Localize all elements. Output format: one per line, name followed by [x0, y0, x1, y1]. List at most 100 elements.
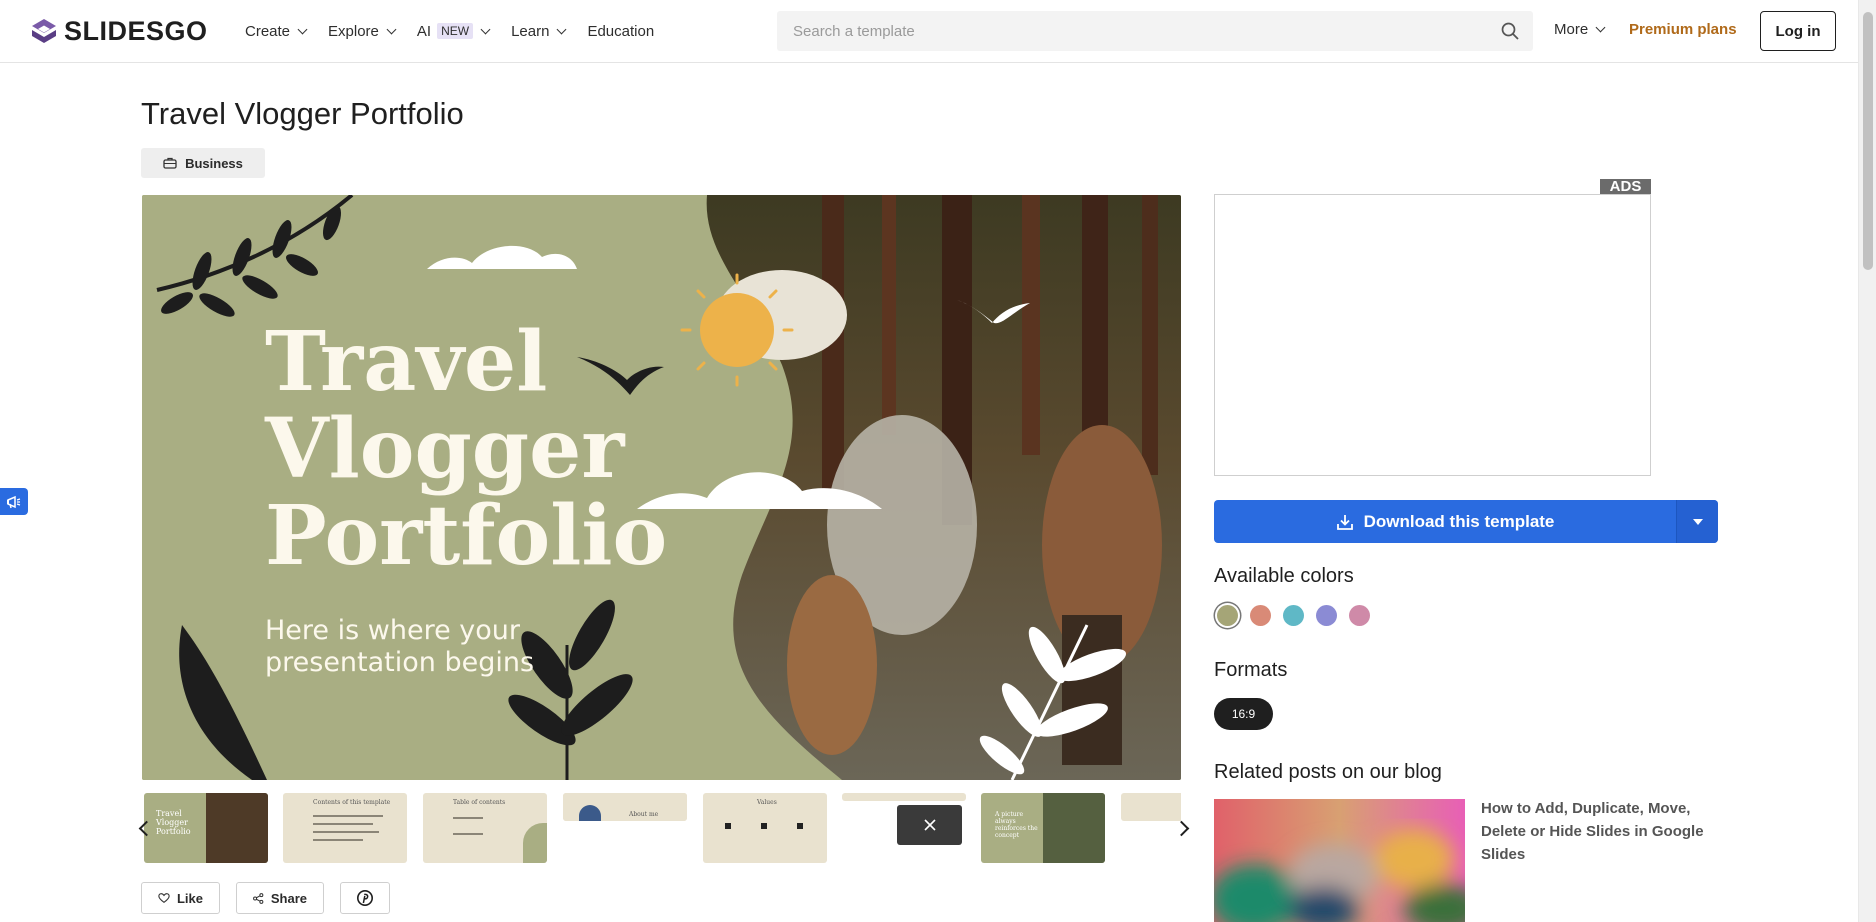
color-swatch-pink[interactable]: [1349, 605, 1370, 626]
slide-title-line: Portfolio: [265, 488, 668, 584]
pinterest-icon: [357, 890, 373, 906]
top-header: SLIDESGO Create Explore AI NEW Learn Edu…: [0, 0, 1858, 63]
slide-preview[interactable]: Travel Vlogger Portfolio Here is where y…: [142, 195, 1181, 780]
thumbnail-4[interactable]: About me: [563, 793, 687, 821]
thumbnail-title: Travel Vlogger Portfolio: [156, 809, 191, 836]
thumbnail-title: Table of contents: [453, 799, 506, 806]
close-icon: [923, 819, 936, 831]
thumbnail-line: [313, 831, 379, 833]
color-swatch-green[interactable]: [1217, 605, 1238, 626]
thumbnail-icon: [725, 823, 731, 829]
logo-text: SLIDESGO: [64, 16, 208, 46]
thumbnail-7[interactable]: A picture always reinforces the concept: [981, 793, 1105, 863]
blog-post-link[interactable]: How to Add, Duplicate, Move, Delete or H…: [1481, 797, 1711, 866]
ad-slot[interactable]: [1214, 194, 1651, 476]
related-posts-title: Related posts on our blog: [1214, 761, 1442, 783]
scrollbar-thumb[interactable]: [1863, 12, 1873, 270]
download-button-group: Download this template: [1214, 500, 1718, 543]
nav-explore-label: Explore: [328, 22, 379, 40]
blog-image: [1214, 799, 1465, 922]
thumbnails-prev-button[interactable]: [131, 812, 155, 844]
nav-learn-label: Learn: [511, 22, 550, 40]
briefcase-icon: [163, 157, 177, 169]
nav-explore[interactable]: Explore: [328, 22, 397, 40]
nav-ai[interactable]: AI NEW: [416, 22, 491, 40]
search-input[interactable]: [777, 22, 1477, 40]
thumbnail-6[interactable]: [842, 793, 966, 801]
thumbnail-line: [453, 833, 483, 835]
slide-subtitle-line: presentation begins: [265, 647, 535, 678]
format-16-9-pill[interactable]: 16:9: [1214, 698, 1273, 730]
nav-education-label: Education: [587, 22, 655, 40]
download-icon: [1336, 514, 1353, 530]
feedback-tab[interactable]: [0, 488, 28, 515]
slidesgo-logo-icon: [30, 18, 58, 46]
thumbnail-line: [313, 815, 383, 817]
close-overlay-button[interactable]: [897, 805, 962, 845]
nav-ai-label: AI: [416, 22, 432, 40]
thumbnail-strip: Travel Vlogger Portfolio Contents of thi…: [142, 793, 1181, 863]
more-menu[interactable]: More: [1554, 21, 1606, 38]
chevron-down-icon: [297, 24, 308, 34]
thumbnail-5[interactable]: Values: [703, 793, 827, 863]
thumbnail-photo: [1043, 793, 1105, 863]
nav-education[interactable]: Education: [587, 23, 654, 40]
share-button[interactable]: Share: [236, 882, 324, 914]
nav-create[interactable]: Create: [245, 22, 308, 40]
new-badge: NEW: [437, 23, 474, 39]
nav-create-label: Create: [245, 22, 291, 40]
template-actions: Like Share: [141, 882, 390, 914]
chevron-down-icon: [386, 24, 397, 34]
login-button[interactable]: Log in: [1760, 11, 1836, 51]
thumbnail-title: A picture always reinforces the concept: [995, 811, 1038, 839]
color-swatch-salmon[interactable]: [1250, 605, 1271, 626]
category-tag[interactable]: Business: [141, 148, 265, 178]
heart-icon: [158, 893, 170, 903]
thumbnail-globe: [579, 805, 601, 821]
color-swatches: [1217, 605, 1370, 626]
like-button[interactable]: Like: [141, 882, 220, 914]
thumbnails-next-button[interactable]: [1172, 812, 1196, 844]
thumbnail-title: Values: [757, 799, 777, 806]
share-icon: [253, 892, 264, 904]
slide-title: Travel Vlogger Portfolio: [265, 319, 667, 580]
available-colors-title: Available colors: [1214, 565, 1354, 587]
chevron-left-icon: [138, 820, 154, 836]
thumbnail-line: [313, 823, 373, 825]
chevron-down-icon: [1595, 22, 1606, 33]
page-scrollbar[interactable]: [1858, 0, 1876, 922]
nav-learn[interactable]: Learn: [511, 22, 567, 40]
pinterest-button[interactable]: [340, 882, 390, 914]
thumbnail-deco: [523, 823, 547, 863]
slide-subtitle-line: Here is where your: [265, 615, 520, 646]
chevron-down-icon: [557, 24, 567, 34]
page-title: Travel Vlogger Portfolio: [141, 96, 464, 131]
search-icon[interactable]: [1501, 22, 1519, 40]
chevron-down-icon: [480, 24, 491, 34]
caret-down-icon: [1692, 518, 1703, 525]
thumbnail-1[interactable]: Travel Vlogger Portfolio: [144, 793, 268, 863]
slide-title-line: Vlogger: [265, 401, 625, 497]
blog-post-thumbnail[interactable]: [1214, 799, 1465, 922]
category-label: Business: [185, 155, 243, 171]
color-swatch-teal[interactable]: [1283, 605, 1304, 626]
download-options-button[interactable]: [1676, 500, 1718, 543]
share-label: Share: [270, 890, 307, 906]
thumbnail-icon: [797, 823, 803, 829]
thumbnail-photo: [206, 793, 268, 863]
color-swatch-lavender[interactable]: [1316, 605, 1337, 626]
formats-title: Formats: [1214, 659, 1288, 681]
slide-title-line: Travel: [265, 314, 548, 410]
ads-label: ADS: [1600, 179, 1651, 195]
more-label: More: [1554, 21, 1589, 38]
chevron-right-icon: [1173, 820, 1189, 836]
megaphone-icon: [7, 495, 21, 508]
slide-subtitle: Here is where your presentation begins: [265, 615, 534, 679]
download-button[interactable]: Download this template: [1214, 500, 1676, 543]
logo[interactable]: SLIDESGO: [30, 16, 208, 47]
thumbnail-2[interactable]: Contents of this template: [283, 793, 407, 863]
thumbnail-3[interactable]: Table of contents: [423, 793, 547, 863]
thumbnail-line: [313, 839, 363, 841]
premium-plans-link[interactable]: Premium plans: [1629, 21, 1737, 38]
thumbnail-line: [453, 817, 483, 819]
